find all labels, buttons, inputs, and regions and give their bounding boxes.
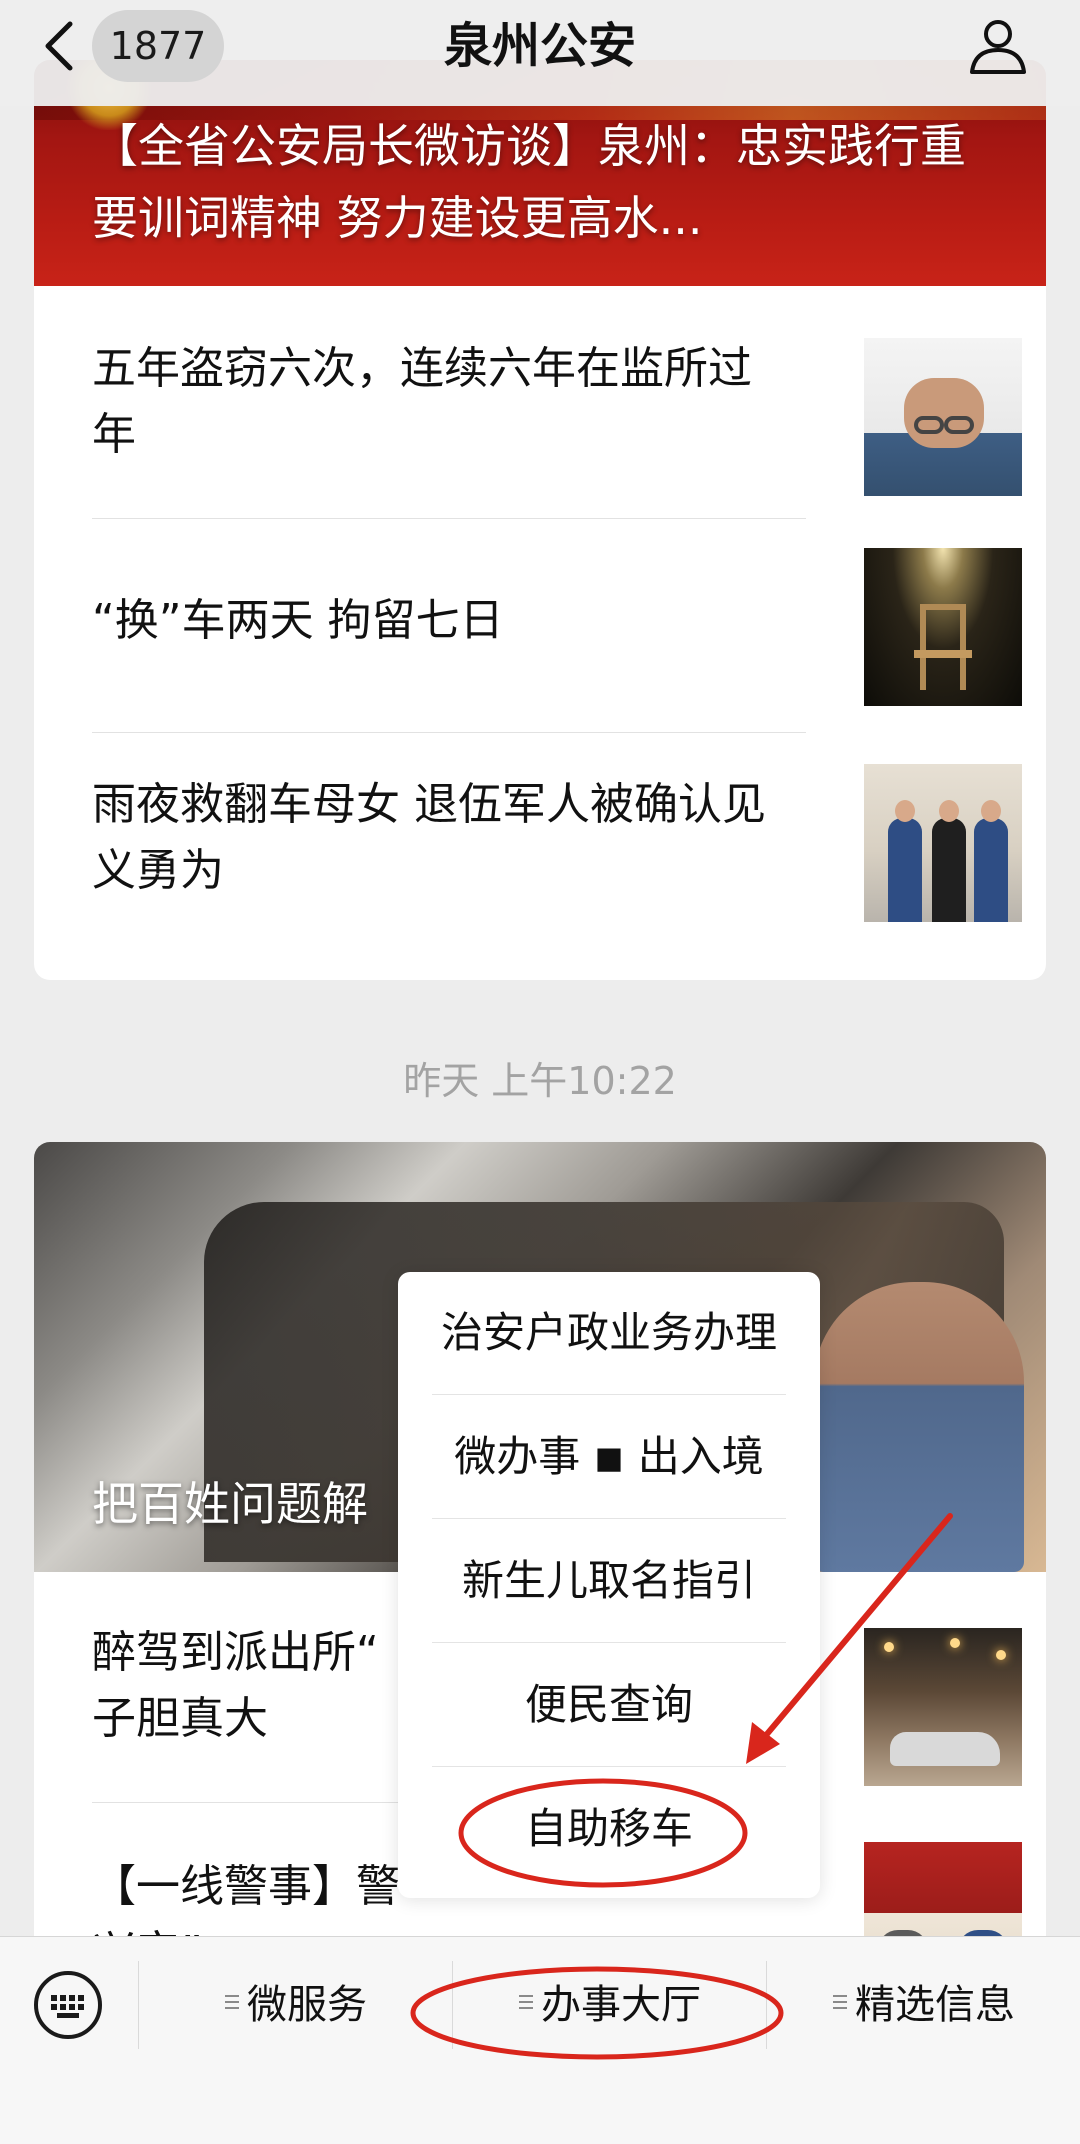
tab-selected-info[interactable]: 精选信息 xyxy=(768,1965,1080,2045)
street-light xyxy=(884,1642,894,1652)
tab-divider xyxy=(766,1961,767,2049)
chair-shape xyxy=(920,604,966,690)
chevron-left-icon xyxy=(45,21,73,71)
nav-bar: 1877 泉州公安 xyxy=(0,0,1080,106)
head-shape xyxy=(981,800,1001,822)
figure-shape xyxy=(888,818,922,922)
figure-shape xyxy=(932,818,966,922)
street-light xyxy=(996,1650,1006,1660)
keyboard-toggle-button[interactable] xyxy=(34,1971,102,2039)
divider xyxy=(92,732,806,733)
menu-lines-icon xyxy=(519,1995,533,2011)
street-light xyxy=(950,1638,960,1648)
back-button[interactable] xyxy=(40,18,80,74)
unread-count-badge[interactable]: 1877 xyxy=(92,10,224,82)
list-item[interactable]: “换”车两天 拘留七日 xyxy=(92,544,1046,724)
menu-lines-icon xyxy=(225,1995,239,2011)
bottom-menu-bar: 微服务 办事大厅 精选信息 xyxy=(0,1936,1080,2144)
list-item-title: 雨夜救翻车母女 退伍军人被确认见义勇为 xyxy=(92,779,766,896)
chair-photo xyxy=(864,548,1022,706)
keyboard-icon xyxy=(51,1995,85,2018)
menu-lines-icon xyxy=(833,1995,847,2011)
menu-item-newborn-naming[interactable]: 新生儿取名指引 xyxy=(432,1520,786,1642)
menu-divider xyxy=(432,1518,786,1519)
night-street-photo xyxy=(864,1628,1022,1786)
seat-shape xyxy=(914,650,972,658)
car-shape xyxy=(890,1732,1000,1766)
tab-service-hall[interactable]: 办事大厅 xyxy=(454,1965,766,2045)
message-timestamp: 昨天 上午10:22 xyxy=(403,1059,677,1103)
figure-shape xyxy=(974,818,1008,922)
handcuffs-photo xyxy=(864,338,1022,496)
profile-button[interactable] xyxy=(966,14,1030,78)
tab-micro-service[interactable]: 微服务 xyxy=(140,1965,452,2045)
banner-title: 【全省公安局长微访谈】泉州：忠实践行重要训词精神 努力建设更高水... xyxy=(92,119,966,245)
menu-item-public-query[interactable]: 便民查询 xyxy=(432,1644,786,1766)
service-hall-menu: 治安户政业务办理 微办事 ◾ 出入境 新生儿取名指引 便民查询 自助移车 xyxy=(398,1272,820,1898)
list-item[interactable]: 五年盗窃六次，连续六年在监所过年 xyxy=(92,326,1046,506)
list-item[interactable]: 雨夜救翻车母女 退伍军人被确认见义勇为 xyxy=(92,760,1046,940)
menu-divider xyxy=(432,1766,786,1767)
person-icon xyxy=(970,20,1026,74)
divider xyxy=(92,518,806,519)
page-title: 泉州公安 xyxy=(443,18,636,74)
list-item-title: “换”车两天 拘留七日 xyxy=(92,595,504,646)
menu-item-self-service-move-car[interactable]: 自助移车 xyxy=(432,1768,786,1890)
tab-label: 精选信息 xyxy=(855,1982,1015,2028)
menu-item-security-residence[interactable]: 治安户政业务办理 xyxy=(432,1272,786,1394)
head-shape xyxy=(939,800,959,822)
cuff-shape xyxy=(914,416,944,434)
tab-label: 微服务 xyxy=(247,1982,367,2028)
head-shape xyxy=(895,800,915,822)
article-card: 【全省公安局长微访谈】泉州：忠实践行重要训词精神 努力建设更高水... 五年盗窃… xyxy=(34,60,1046,980)
tab-label: 办事大厅 xyxy=(541,1982,701,2028)
arms-shape xyxy=(904,378,984,448)
menu-divider xyxy=(432,1394,786,1395)
menu-item-exit-entry[interactable]: 微办事 ◾ 出入境 xyxy=(432,1396,786,1518)
tab-divider xyxy=(452,1961,453,2049)
tab-divider xyxy=(138,1961,139,2049)
list-item-title: 五年盗窃六次，连续六年在监所过年 xyxy=(92,343,752,460)
menu-divider xyxy=(432,1642,786,1643)
cuff-shape xyxy=(944,416,974,434)
award-photo xyxy=(864,764,1022,922)
